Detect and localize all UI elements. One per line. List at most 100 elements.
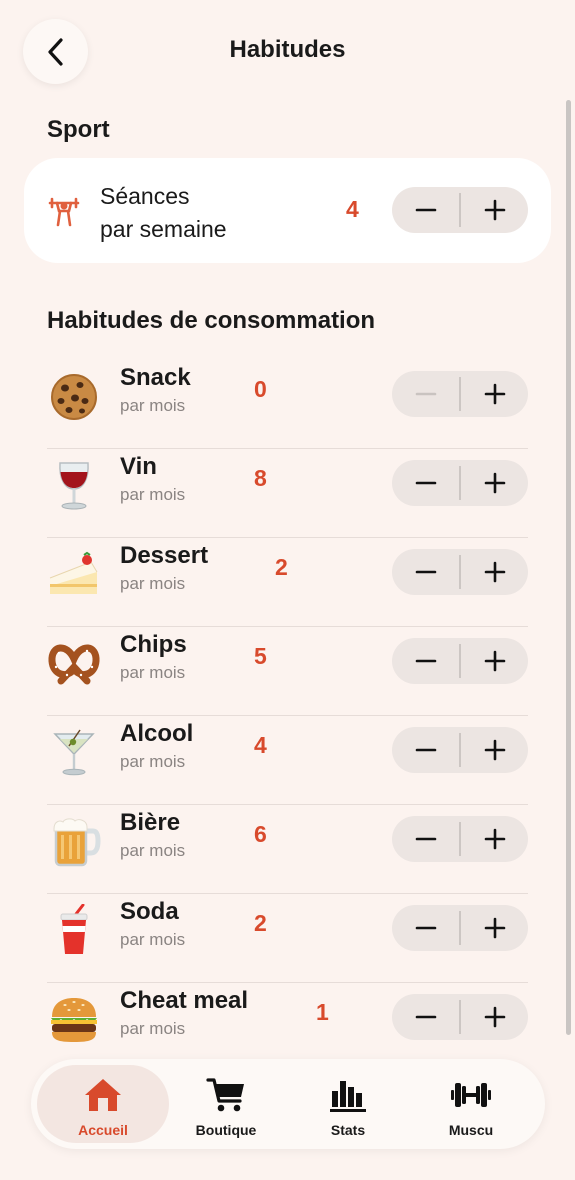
habit-stepper — [392, 994, 528, 1040]
habit-name: Alcool — [120, 720, 194, 747]
sessions-value: 4 — [346, 196, 359, 222]
sport-label-line2: par semaine — [100, 216, 227, 242]
decrement-button[interactable] — [392, 905, 459, 951]
increment-button[interactable] — [461, 460, 528, 506]
consumption-section-title: Habitudes de consommation — [47, 307, 376, 334]
sport-label-line1: Séances — [100, 183, 190, 209]
habit-value: 5 — [254, 643, 267, 669]
dumbbell-icon — [451, 1083, 491, 1107]
plus-icon — [484, 383, 505, 405]
habit-stepper — [392, 549, 528, 595]
decrement-button[interactable] — [392, 727, 459, 773]
tab-accueil[interactable]: Accueil — [37, 1065, 169, 1143]
increment-button[interactable] — [461, 905, 528, 951]
habit-stepper — [392, 727, 528, 773]
tab-label: Boutique — [195, 1122, 257, 1138]
habit-value: 2 — [254, 910, 267, 936]
habit-name: Chips — [120, 631, 187, 658]
burger-icon — [51, 998, 97, 1042]
pretzel-icon — [48, 644, 100, 685]
plus-icon — [484, 199, 505, 221]
cake-slice-icon — [49, 551, 98, 594]
minus-icon — [415, 837, 436, 841]
tab-muscu[interactable]: Muscu — [405, 1065, 537, 1143]
plus-icon — [484, 828, 505, 850]
decrement-button[interactable] — [392, 187, 459, 233]
decrement-button[interactable] — [392, 460, 459, 506]
soda-cup-icon — [60, 904, 88, 954]
habit-name: Vin — [120, 453, 157, 480]
minus-icon — [415, 392, 436, 396]
decrement-button[interactable] — [392, 371, 459, 417]
plus-icon — [484, 739, 505, 761]
habits-screen: Habitudes Sport Séances par semaine 4 Ha… — [0, 0, 575, 1180]
beer-mug-icon — [53, 818, 101, 867]
minus-icon — [415, 659, 436, 663]
tab-label: Stats — [330, 1122, 366, 1138]
increment-button[interactable] — [461, 994, 528, 1040]
decrement-button[interactable] — [392, 549, 459, 595]
tab-stats[interactable]: Stats — [282, 1065, 414, 1143]
plus-icon — [484, 650, 505, 672]
tab-boutique[interactable]: Boutique — [160, 1065, 292, 1143]
habit-unit: par mois — [120, 752, 186, 771]
decrement-button[interactable] — [392, 994, 459, 1040]
increment-button[interactable] — [461, 816, 528, 862]
minus-icon — [415, 570, 436, 574]
habit-value: 4 — [254, 732, 267, 758]
plus-icon — [484, 561, 505, 583]
habit-name: Snack — [120, 364, 191, 391]
minus-icon — [415, 208, 436, 212]
habit-unit: par mois — [120, 396, 186, 415]
habit-value: 8 — [254, 465, 267, 491]
scrollbar[interactable] — [566, 100, 571, 1035]
habit-unit: par mois — [120, 663, 186, 682]
chart-icon — [330, 1081, 366, 1112]
tab-bar: Accueil Boutique Stats Muscu — [31, 1059, 545, 1149]
sessions-stepper — [392, 187, 528, 233]
page-title: Habitudes — [229, 36, 346, 63]
minus-icon — [415, 748, 436, 752]
habit-unit: par mois — [120, 574, 186, 593]
increment-button[interactable] — [461, 727, 528, 773]
habit-row-dessert: Dessert par mois 2 — [47, 538, 528, 627]
minus-icon — [415, 926, 436, 930]
sport-card: Séances par semaine 4 — [24, 158, 551, 263]
habit-row-vin: Vin par mois 8 — [47, 449, 528, 538]
sport-section-title: Sport — [47, 116, 110, 143]
habit-stepper — [392, 371, 528, 417]
habit-row-biere: Bière par mois 6 — [47, 805, 528, 894]
habit-row-alcool: Alcool par mois 4 — [47, 716, 528, 805]
habit-unit: par mois — [120, 1019, 186, 1038]
cocktail-icon — [53, 729, 95, 776]
plus-icon — [484, 472, 505, 494]
cookie-icon — [51, 374, 97, 420]
increment-button[interactable] — [461, 549, 528, 595]
habit-unit: par mois — [120, 930, 186, 949]
habit-name: Cheat meal — [120, 987, 249, 1014]
increment-button[interactable] — [461, 638, 528, 684]
habit-value: 2 — [275, 554, 288, 580]
habit-unit: par mois — [120, 485, 186, 504]
habit-value: 1 — [316, 999, 329, 1025]
cart-icon — [206, 1078, 244, 1112]
habit-row-chips: Chips par mois 5 — [47, 627, 528, 716]
minus-icon — [415, 481, 436, 485]
habit-value: 0 — [254, 376, 267, 402]
habit-unit: par mois — [120, 841, 186, 860]
increment-button[interactable] — [461, 371, 528, 417]
home-icon — [85, 1079, 121, 1111]
minus-icon — [415, 1015, 436, 1019]
habit-stepper — [392, 816, 528, 862]
sport-label: Séances par semaine — [100, 180, 227, 246]
habit-stepper — [392, 460, 528, 506]
wine-glass-icon — [59, 462, 89, 510]
increment-button[interactable] — [461, 187, 528, 233]
decrement-button[interactable] — [392, 816, 459, 862]
decrement-button[interactable] — [392, 638, 459, 684]
weightlifter-icon — [48, 197, 80, 227]
habit-stepper — [392, 638, 528, 684]
habit-row-soda: Soda par mois 2 — [47, 894, 528, 983]
habit-name: Soda — [120, 898, 179, 925]
tab-label: Muscu — [448, 1122, 494, 1138]
